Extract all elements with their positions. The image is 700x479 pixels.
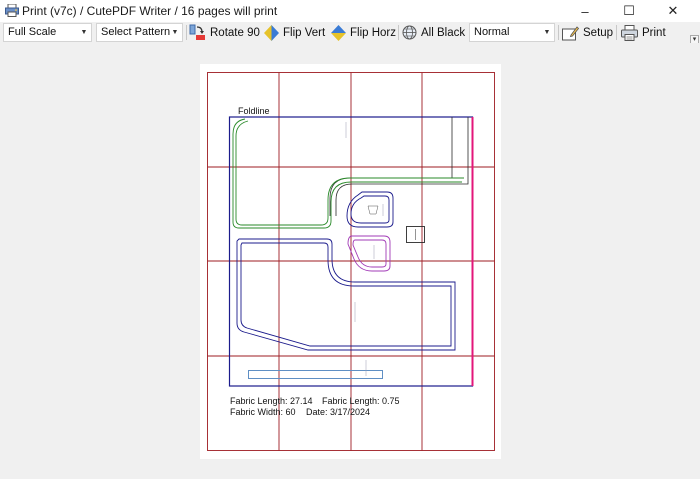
chevron-down-icon: ▼	[80, 29, 88, 36]
flip-horz-button[interactable]: Flip Horz	[331, 23, 396, 42]
mode-select-value: Normal	[474, 26, 510, 38]
maximize-button[interactable]: ☐	[606, 0, 652, 22]
setup-icon	[562, 25, 579, 40]
pattern-piece-purple	[347, 235, 391, 272]
page-grid	[207, 72, 495, 451]
print-label: Print	[642, 26, 666, 39]
fabric-length-secondary-label: Fabric Length: 0.75	[322, 396, 400, 406]
grainline-marks	[345, 122, 384, 376]
printer-app-icon	[5, 4, 19, 17]
fabric-length-label: Fabric Length: 27.14	[230, 396, 313, 406]
rotate-icon	[189, 24, 205, 40]
fabric-width-label: Fabric Width: 60	[230, 407, 296, 417]
setup-label: Setup	[583, 26, 614, 39]
toolbar: Full Scale ▼ Select Pattern ▼ Rotate 90 …	[0, 22, 700, 44]
pattern-piece-green	[232, 118, 464, 229]
chevron-down-icon: ▼	[543, 29, 551, 36]
scale-select[interactable]: Full Scale ▼	[3, 23, 92, 42]
setup-button[interactable]: Setup	[562, 23, 613, 42]
rotate-90-button[interactable]: Rotate 90	[189, 23, 260, 42]
toolbar-separator	[616, 25, 617, 40]
all-black-button[interactable]: All Black	[402, 23, 465, 42]
minimize-button[interactable]: –	[562, 0, 608, 22]
flip-horz-label: Flip Horz	[350, 26, 397, 39]
flip-vert-label: Flip Vert	[283, 26, 326, 39]
binding-strip	[248, 370, 383, 379]
print-button[interactable]: Print	[621, 23, 666, 42]
flip-vert-button[interactable]: Flip Vert	[264, 23, 325, 42]
close-button[interactable]: ✕	[650, 0, 696, 22]
rotate-90-label: Rotate 90	[210, 26, 260, 39]
flip-vertical-icon	[264, 24, 279, 41]
scale-select-value: Full Scale	[8, 26, 57, 38]
pattern-select-value: Select Pattern	[101, 26, 171, 38]
title-bar: Print (v7c) / CutePDF Writer / 16 pages …	[0, 0, 700, 22]
mode-select[interactable]: Normal ▼	[469, 23, 555, 42]
print-preview-page: Foldline Fabric Length: 27.14 Fabric Wid…	[200, 64, 501, 459]
toolbar-separator	[398, 25, 399, 40]
globe-icon	[402, 25, 417, 40]
printer-icon	[621, 24, 638, 41]
toolbar-separator	[186, 25, 187, 40]
chevron-down-icon: ▼	[171, 29, 179, 36]
pattern-piece-small	[346, 191, 394, 228]
toolbar-separator	[558, 25, 559, 40]
pattern-select[interactable]: Select Pattern ▼	[96, 23, 183, 42]
date-label: Date: 3/17/2024	[306, 407, 371, 417]
foldline-label: Foldline	[238, 106, 270, 116]
pattern-piece-notch	[367, 205, 379, 215]
all-black-label: All Black	[421, 26, 466, 39]
flip-horizontal-icon	[331, 24, 346, 41]
window-title: Print (v7c) / CutePDF Writer / 16 pages …	[22, 4, 278, 18]
